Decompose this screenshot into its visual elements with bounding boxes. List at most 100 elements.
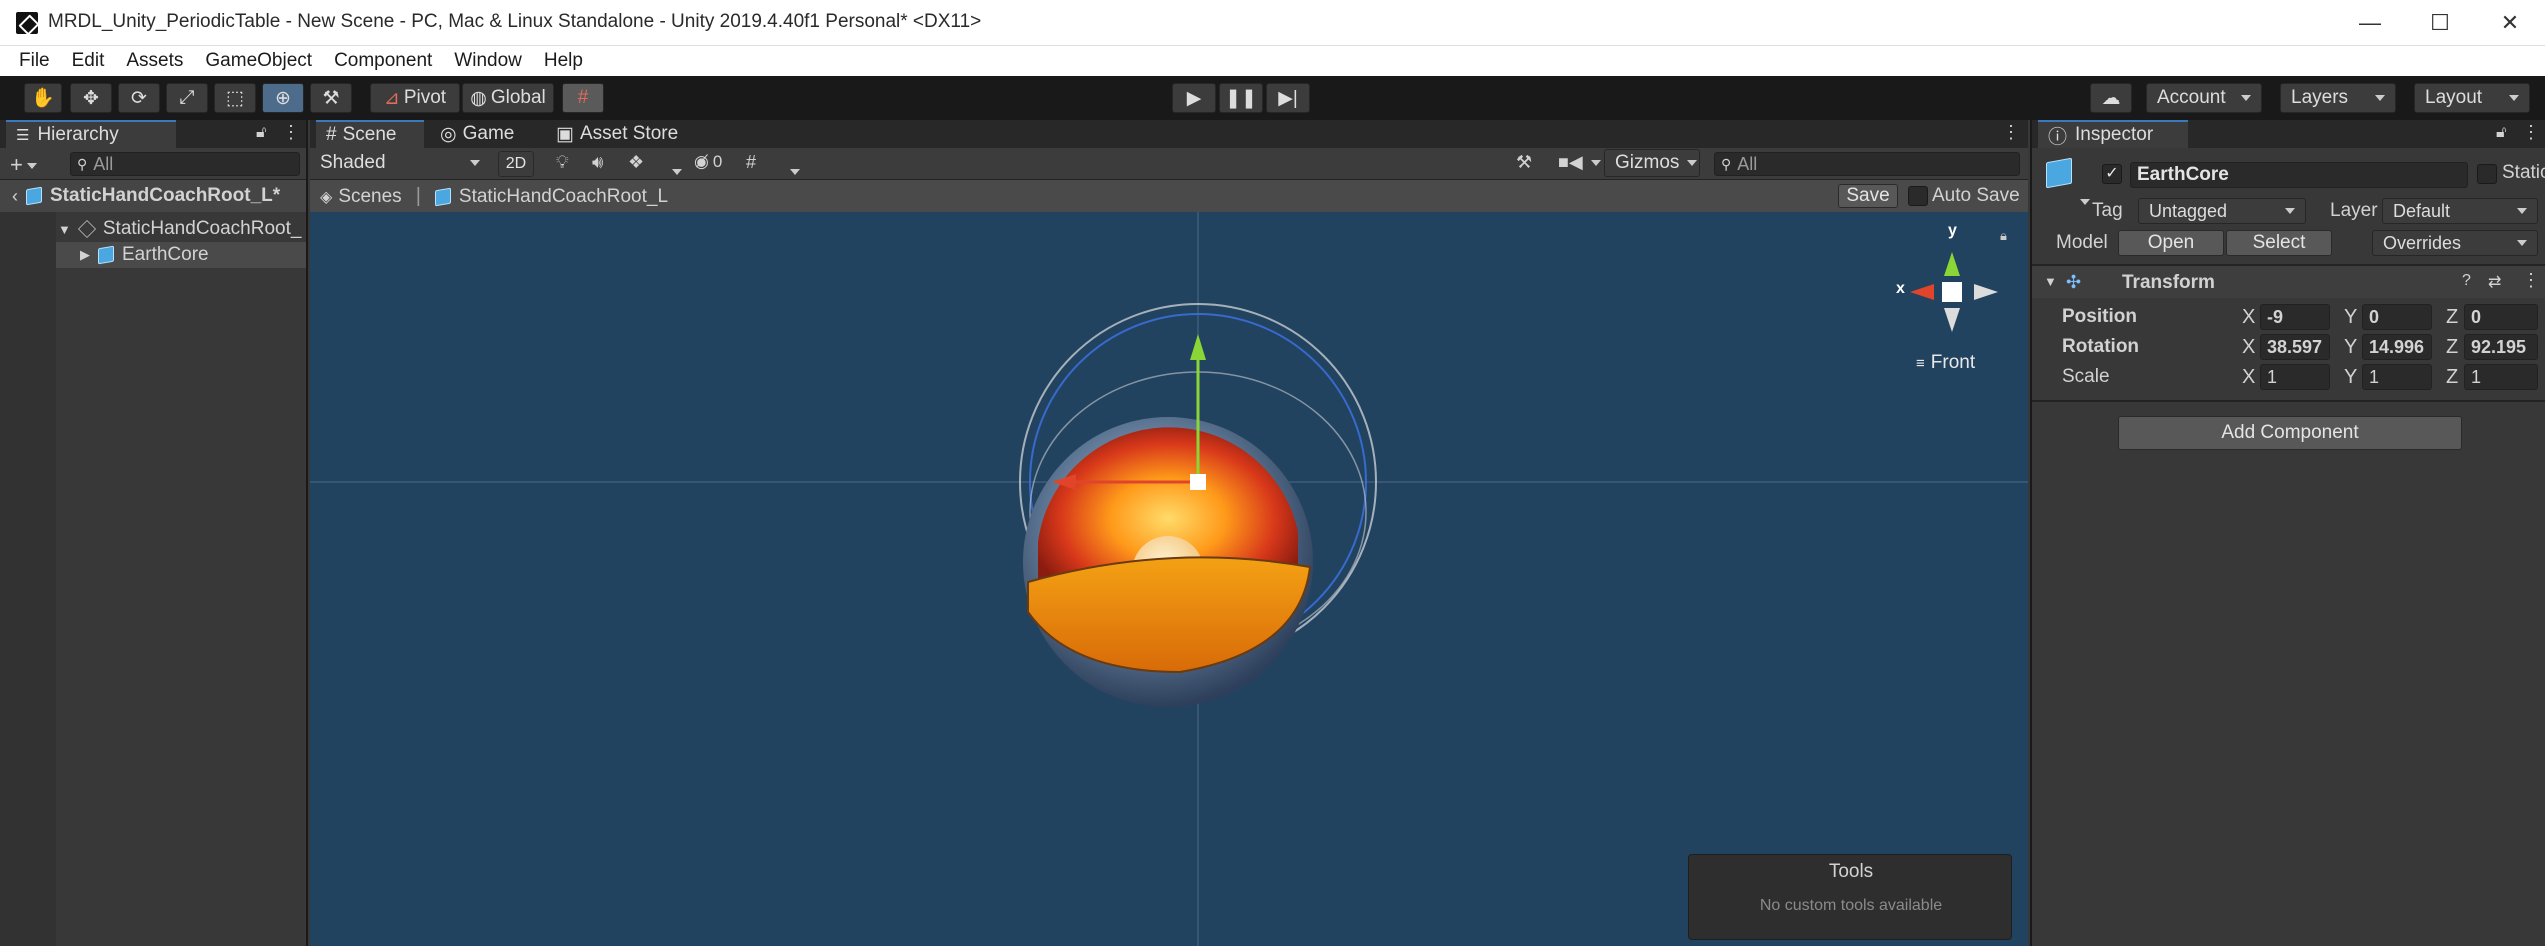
tab-asset-store[interactable]: ▣ Asset Store — [546, 120, 706, 148]
grid-snap-button[interactable]: # — [562, 83, 604, 113]
more-menu-icon[interactable]: ⋮ — [2002, 122, 2020, 143]
layout-dropdown[interactable]: Layout — [2414, 83, 2530, 113]
menu-help[interactable]: Help — [544, 50, 583, 72]
breadcrumb-scenes[interactable]: Scenes — [338, 186, 401, 208]
help-icon[interactable]: ? — [2462, 272, 2471, 290]
overrides-dropdown[interactable]: Overrides — [2372, 230, 2538, 256]
scale-y-field[interactable]: 1 — [2362, 364, 2432, 390]
pivot-toggle[interactable]: ⊿ Pivot — [370, 83, 460, 113]
effects-toggle-icon[interactable]: ❖ — [628, 152, 644, 173]
maximize-button[interactable]: ☐ — [2405, 0, 2475, 46]
global-toggle[interactable]: ◍ Global — [462, 83, 554, 113]
orient-center-cube[interactable] — [1942, 282, 1962, 302]
custom-tool-button[interactable]: ⚒ — [310, 83, 352, 113]
2d-toggle[interactable]: 2D — [498, 151, 534, 177]
menu-window[interactable]: Window — [454, 50, 522, 72]
cloud-button[interactable]: ☁ — [2090, 83, 2132, 113]
lock-icon[interactable]: 🔓︎ — [2496, 124, 2506, 142]
view-lock-icon[interactable]: 🔒︎ — [2000, 228, 2007, 244]
effects-dropdown[interactable] — [664, 158, 682, 181]
layers-dropdown[interactable]: Layers — [2280, 83, 2396, 113]
menu-assets[interactable]: Assets — [126, 50, 183, 72]
rect-tool-button[interactable]: ⬚ — [214, 83, 256, 113]
transform-header[interactable]: ▼ ✣ Transform ? ⇄ ⋮ — [2032, 266, 2545, 298]
gizmo-y-arrow[interactable] — [1190, 334, 1206, 360]
grid-toggle-icon[interactable]: # — [746, 152, 756, 173]
list-item[interactable]: ▼ StaticHandCoachRoot_ — [0, 216, 306, 242]
select-button[interactable]: Select — [2226, 230, 2332, 256]
orient-y-cone[interactable] — [1944, 252, 1960, 276]
position-z-field[interactable]: 0 — [2464, 304, 2538, 330]
more-menu-icon[interactable]: ⋮ — [2522, 270, 2540, 291]
menu-file[interactable]: File — [19, 50, 50, 72]
more-menu-icon[interactable]: ⋮ — [282, 122, 300, 143]
prefab-root-header[interactable]: ‹ StaticHandCoachRoot_L* — [0, 180, 306, 212]
tab-inspector[interactable]: ⓘ Inspector — [2038, 120, 2188, 148]
save-button[interactable]: Save — [1838, 184, 1898, 208]
static-checkbox[interactable] — [2477, 164, 2497, 184]
transform-tool-button[interactable]: ⊕ — [262, 83, 304, 113]
audio-toggle-icon[interactable]: 🔊︎ — [592, 152, 603, 173]
position-y-field[interactable]: 0 — [2362, 304, 2432, 330]
hidden-objects-toggle[interactable]: ◉̸ 0 — [694, 152, 722, 172]
back-arrow-icon[interactable]: ‹ — [12, 186, 18, 207]
lock-icon[interactable]: 🔓︎ — [256, 124, 266, 142]
menu-component[interactable]: Component — [334, 50, 432, 72]
more-menu-icon[interactable]: ⋮ — [2522, 122, 2540, 143]
tab-game[interactable]: ◎ Game — [430, 120, 536, 148]
pause-button[interactable]: ❚❚ — [1219, 83, 1263, 113]
tab-scene[interactable]: # Scene — [316, 120, 424, 148]
open-button[interactable]: Open — [2118, 230, 2224, 256]
scene-viewport[interactable]: x y 🔒︎ ≡ Front Tools No custom tools avai… — [310, 212, 2028, 946]
layer-dropdown[interactable]: Default — [2382, 198, 2538, 224]
icon-dropdown[interactable] — [2072, 188, 2090, 211]
collapse-arrow-icon[interactable]: ▼ — [2044, 274, 2057, 289]
close-button[interactable]: ✕ — [2475, 0, 2545, 46]
static-dropdown[interactable]: Static — [2502, 162, 2545, 184]
play-button[interactable]: ▶ — [1172, 83, 1216, 113]
scale-z-field[interactable]: 1 — [2464, 364, 2538, 390]
object-name-input[interactable]: EarthCore — [2130, 162, 2468, 188]
camera-dropdown[interactable]: ■◀︎ — [1558, 152, 1601, 173]
preset-icon[interactable]: ⇄ — [2488, 272, 2501, 292]
create-button[interactable]: + — [10, 152, 37, 178]
auto-save-checkbox[interactable] — [1908, 186, 1928, 206]
rotation-x-field[interactable]: 38.597 — [2260, 334, 2330, 360]
menu-gameobject[interactable]: GameObject — [205, 50, 312, 72]
step-button[interactable]: ▶| — [1266, 83, 1310, 113]
rotate-tool-button[interactable]: ⟳ — [118, 83, 160, 113]
gameobject-icon[interactable] — [2046, 157, 2076, 190]
scale-x-field[interactable]: 1 — [2260, 364, 2330, 390]
grid-dropdown[interactable] — [782, 158, 800, 181]
gameobject-icon — [77, 219, 96, 239]
shading-dropdown[interactable]: Shaded — [310, 149, 490, 177]
list-item[interactable]: ▶ EarthCore — [56, 242, 306, 268]
gizmo-center[interactable] — [1190, 474, 1206, 490]
rotation-z-field[interactable]: 92.195 — [2464, 334, 2538, 360]
view-label[interactable]: ≡ Front — [1916, 352, 1975, 374]
rotation-y-field[interactable]: 14.996 — [2362, 334, 2432, 360]
expand-arrow-icon[interactable]: ▶ — [80, 247, 90, 263]
move-tool-button[interactable]: ✥ — [70, 83, 112, 113]
add-component-button[interactable]: Add Component — [2118, 416, 2462, 450]
gizmos-dropdown[interactable]: Gizmos — [1604, 149, 1700, 177]
breadcrumb-prefab[interactable]: StaticHandCoachRoot_L — [459, 186, 668, 208]
active-checkbox[interactable]: ✓ — [2102, 164, 2122, 184]
hierarchy-search-input[interactable]: ⚲ All — [70, 152, 300, 176]
collapse-arrow-icon[interactable]: ▼ — [58, 222, 71, 237]
orient-neg-x-cone[interactable] — [1974, 284, 1998, 300]
scene-search-input[interactable]: ⚲ All — [1714, 152, 2020, 176]
minimize-button[interactable]: — — [2335, 0, 2405, 46]
lighting-toggle-icon[interactable]: 💡︎ — [556, 152, 569, 173]
tag-dropdown[interactable]: Untagged — [2138, 198, 2306, 224]
orient-neg-y-cone[interactable] — [1944, 308, 1960, 332]
prefab-icon — [98, 245, 114, 265]
scale-tool-button[interactable]: ⤢ — [166, 83, 208, 113]
account-dropdown[interactable]: Account — [2146, 83, 2262, 113]
position-x-field[interactable]: -9 — [2260, 304, 2330, 330]
menu-edit[interactable]: Edit — [72, 50, 105, 72]
tab-hierarchy[interactable]: ☰ Hierarchy — [6, 120, 176, 148]
hand-tool-button[interactable]: ✋ — [24, 83, 62, 113]
tools-toggle-icon[interactable]: ⚒ — [1516, 152, 1532, 173]
orient-x-cone[interactable] — [1910, 284, 1934, 300]
